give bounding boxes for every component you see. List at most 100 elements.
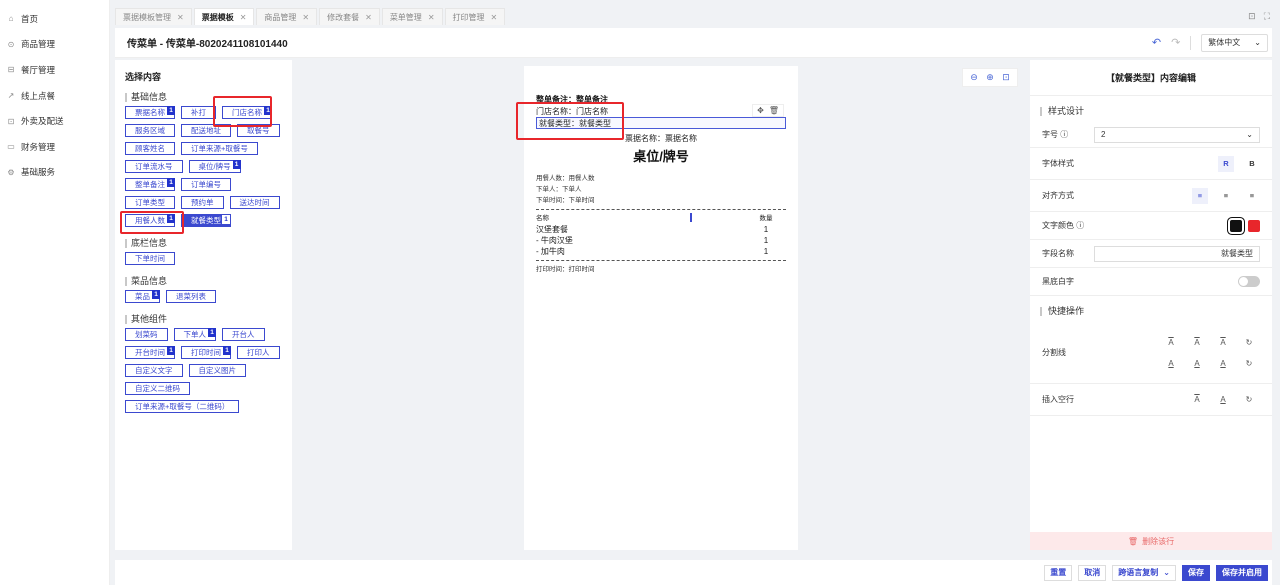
tab[interactable]: 商品管理 ✕ [256,8,318,25]
delete-row-button[interactable]: 🗑 删除该行 [1030,532,1272,550]
receipt-store-name[interactable]: 门店名称：门店名称 [536,105,786,117]
cancel-button[interactable]: 取消 [1078,564,1107,581]
field-chip[interactable]: 打印时间 1 [181,346,231,359]
divider-bottom-dashed-icon[interactable]: A [1194,359,1199,368]
field-chip[interactable]: 退菜列表 [166,290,216,303]
redo-icon[interactable]: ↷ [1171,36,1180,49]
field-chip[interactable]: 票据名称 1 [125,106,175,119]
field-chip[interactable]: 服务区域 [125,124,175,137]
font-size-select[interactable]: 2 ⌄ [1094,126,1260,143]
field-chip[interactable]: 订单流水号 [125,160,183,173]
field-chip[interactable]: 菜品 1 [125,290,160,303]
field-chip[interactable]: 用餐人数 1 [125,214,175,227]
save-and-enable-button[interactable]: 保存并启用 [1216,564,1268,581]
close-icon[interactable]: ✕ [302,13,309,22]
reset-button[interactable]: 重置 [1044,564,1073,581]
tab[interactable]: 打印管理 ✕ [444,8,506,25]
receipt-orderer[interactable]: 下单人：下单人 [536,184,786,195]
align-left-icon[interactable]: ≡ [1192,187,1208,204]
invert-toggle[interactable] [1238,276,1260,287]
field-chip[interactable]: 配送地址 [181,124,231,137]
divider-top-thin-icon[interactable]: A [1168,338,1173,347]
insert-above-icon[interactable]: A [1194,395,1199,404]
divider-bottom-bold-icon[interactable]: A [1220,359,1225,368]
align-right-icon[interactable]: ≡ [1244,188,1260,204]
receipt-item-row[interactable]: - 牛肉汉堡 1 [536,235,786,246]
field-chip[interactable]: 自定义图片 [188,364,246,377]
field-name-input[interactable]: 就餐类型 [1094,245,1260,262]
zoom-out-icon[interactable]: ⊖ [969,72,979,83]
nav-item[interactable]: ⊟ 餐厅管理 [0,57,109,83]
nav-item[interactable]: ⊡ 外卖及配送 [0,108,109,134]
tab[interactable]: 票据模板 ✕ [193,8,255,25]
field-chip[interactable]: 门店名称 1 [222,106,272,119]
field-chip[interactable]: 订单编号 [181,178,231,191]
receipt-item-row[interactable]: 汉堡套餐 1 [536,224,786,235]
refresh-icon[interactable]: ↻ [1246,395,1253,404]
tab[interactable]: 修改套餐 ✕ [319,8,380,25]
lock-icon[interactable]: ⊡ [1248,11,1256,22]
language-select[interactable]: 繁体中文 ⌄ [1201,33,1268,52]
field-chip[interactable]: 就餐类型 1 [181,214,231,227]
chip-label: 取餐号 [247,126,270,135]
close-icon[interactable]: ✕ [240,13,247,22]
move-icon[interactable]: ✥ [757,106,764,115]
nav-item[interactable]: ↗ 线上点餐 [0,83,109,109]
fit-screen-icon[interactable]: ⊡ [1001,72,1011,83]
nav-item[interactable]: ⊙ 商品管理 [0,32,109,58]
field-chip[interactable]: 订单类型 [125,196,175,209]
close-icon[interactable]: ✕ [177,13,184,22]
insert-below-icon[interactable]: A [1220,395,1225,404]
nav-item[interactable]: ⚙ 基础服务 [0,160,109,186]
regular-style-button[interactable]: R [1218,155,1234,172]
field-chip[interactable]: 补打 [181,106,216,119]
nav-item[interactable]: ⌂ 首页 [0,6,109,32]
color-swatch-red[interactable] [1248,219,1260,232]
receipt-print-time[interactable]: 打印时间：打印时间 [536,264,786,275]
close-icon[interactable]: ✕ [491,13,498,22]
field-chip[interactable]: 下单人 1 [173,328,216,341]
color-swatch-black[interactable] [1228,217,1244,234]
refresh-icon[interactable]: ↻ [1246,359,1253,368]
receipt-bill-name[interactable]: 票据名称：票据名称 [536,133,786,144]
field-chip[interactable]: 划菜码 [125,328,168,341]
delivery-icon: ⊡ [7,116,15,126]
field-chip[interactable]: 桌位/牌号 1 [188,160,241,173]
cross-language-copy-button[interactable]: 跨语言复制 ⌄ [1112,564,1176,581]
tab[interactable]: 票据模板管理 ✕ [115,8,192,25]
receipt-order-time[interactable]: 下单时间：下单时间 [536,195,786,206]
field-chip[interactable]: 自定义文字 [125,364,183,377]
field-chip[interactable]: 送达时间 [229,196,280,209]
field-chip[interactable]: 顾客姓名 [125,142,175,155]
field-chip[interactable]: 自定义二维码 [125,382,190,395]
nav-item[interactable]: ▭ 财务管理 [0,134,109,160]
delete-icon[interactable]: 🗑 [769,106,779,115]
field-chip[interactable]: 取餐号 [237,124,280,137]
divider-bottom-thin-icon[interactable]: A [1168,359,1173,368]
field-chip[interactable]: 下单时间 [125,252,175,265]
tab[interactable]: 菜单管理 ✕ [381,8,443,25]
align-center-icon[interactable]: ≡ [1218,188,1234,204]
field-chip[interactable]: 订单来源+取餐号（二维码） [125,400,240,413]
receipt-guests[interactable]: 用餐人数：用餐人数 [536,173,786,184]
receipt-dining-type[interactable]: 就餐类型：就餐类型 [536,117,786,129]
fullscreen-icon[interactable]: ⛶ [1264,11,1270,22]
field-chip[interactable]: 开台时间 1 [125,346,175,359]
field-chip[interactable]: 开台人 [222,328,265,341]
divider-top-dashed-icon[interactable]: A [1194,338,1199,347]
field-chip[interactable]: 打印人 [237,346,280,359]
receipt-table-number[interactable]: 桌位/牌号 [536,146,786,165]
close-icon[interactable]: ✕ [428,13,435,22]
refresh-icon[interactable]: ↻ [1246,338,1253,347]
divider-top-bold-icon[interactable]: A [1220,338,1225,347]
field-chip[interactable]: 订单来源+取餐号 [181,142,258,155]
receipt-item-row[interactable]: - 加牛肉 1 [536,246,786,257]
zoom-in-icon[interactable]: ⊕ [985,72,995,83]
save-button[interactable]: 保存 [1182,564,1210,581]
bold-style-button[interactable]: B [1244,156,1260,172]
field-chip[interactable]: 整单备注 1 [125,178,175,191]
receipt-remark[interactable]: 整单备注：整单备注 [536,94,786,105]
close-icon[interactable]: ✕ [365,13,372,22]
field-chip[interactable]: 预约单 [181,196,224,209]
undo-icon[interactable]: ↶ [1152,36,1161,49]
